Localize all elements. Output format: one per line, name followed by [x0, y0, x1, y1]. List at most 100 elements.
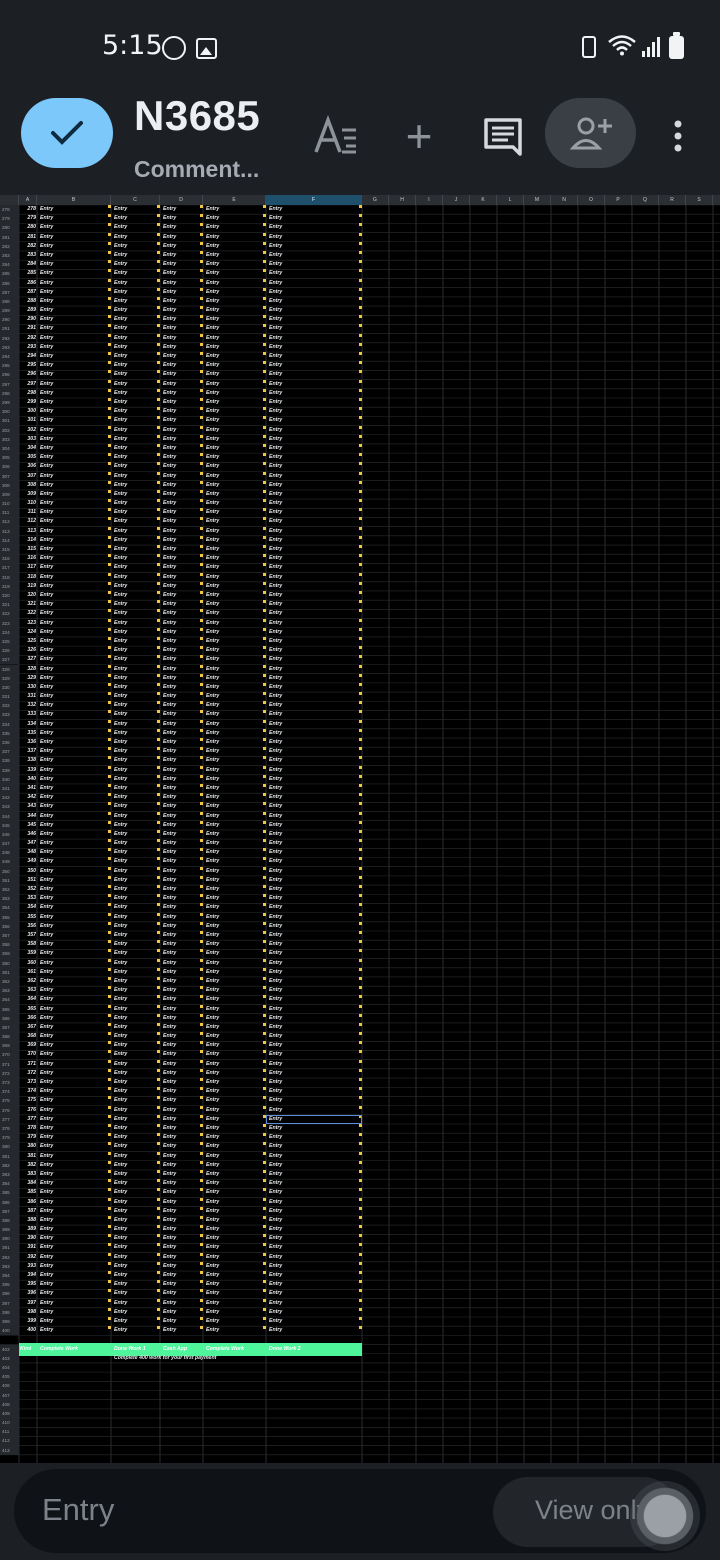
- cell-entry[interactable]: Entry: [206, 1253, 264, 1262]
- cell-entry[interactable]: Entry: [40, 683, 110, 692]
- column-header-m[interactable]: M: [524, 195, 551, 205]
- cell-entry[interactable]: Entry: [40, 1207, 110, 1216]
- cell-entry[interactable]: Entry: [163, 324, 202, 333]
- cell-entry[interactable]: Entry: [114, 453, 159, 462]
- cell-entry[interactable]: Entry: [269, 1069, 359, 1078]
- cell-entry[interactable]: Entry: [40, 453, 110, 462]
- cell-entry[interactable]: Entry: [206, 1234, 264, 1243]
- row-header[interactable]: 335: [0, 728, 19, 739]
- cell-entry[interactable]: Entry: [269, 324, 359, 333]
- row-header[interactable]: 409: [0, 1408, 19, 1419]
- cell-entry[interactable]: Entry: [163, 701, 202, 710]
- cell-entry[interactable]: Entry: [114, 1271, 159, 1280]
- cell-entry[interactable]: Entry: [269, 1161, 359, 1170]
- cell-entry[interactable]: Entry: [163, 472, 202, 481]
- cell-entry[interactable]: Entry: [40, 297, 110, 306]
- cell-index[interactable]: 380: [26, 1142, 36, 1151]
- spreadsheet-grid[interactable]: 278 278 Entry Entry Entry Entry Entry 279 279 Ent…: [0, 195, 720, 1463]
- cell-entry[interactable]: Entry: [206, 1161, 264, 1170]
- cell-index[interactable]: 327: [26, 655, 36, 664]
- cell-index[interactable]: 339: [26, 766, 36, 775]
- cell-entry[interactable]: Entry: [40, 545, 110, 554]
- cell-entry[interactable]: Entry: [206, 1289, 264, 1298]
- cell-entry[interactable]: Entry: [40, 876, 110, 885]
- cell-entry[interactable]: Entry: [163, 913, 202, 922]
- cell-entry[interactable]: Entry: [163, 1078, 202, 1087]
- cell-entry[interactable]: Entry: [114, 1262, 159, 1271]
- cell-entry[interactable]: Entry: [40, 352, 110, 361]
- cell-index[interactable]: 315: [26, 545, 36, 554]
- cell-entry[interactable]: Entry: [163, 1170, 202, 1179]
- cell-entry[interactable]: Entry: [163, 729, 202, 738]
- cell-entry[interactable]: Entry: [114, 242, 159, 251]
- cell-entry[interactable]: Entry: [40, 260, 110, 269]
- row-header[interactable]: 349: [0, 857, 19, 867]
- cell-index[interactable]: 378: [26, 1124, 36, 1133]
- row-header[interactable]: 323: [0, 618, 19, 628]
- cell-entry[interactable]: Entry: [163, 885, 202, 894]
- column-header-k[interactable]: K: [470, 195, 497, 205]
- cell-entry[interactable]: Entry: [206, 407, 264, 416]
- cell-entry[interactable]: Entry: [163, 398, 202, 407]
- cell-entry[interactable]: Entry: [269, 949, 359, 958]
- cell-entry[interactable]: Entry: [269, 784, 359, 793]
- cell-entry[interactable]: Entry: [206, 334, 264, 343]
- cell-entry[interactable]: Entry: [114, 857, 159, 866]
- cell-entry[interactable]: Entry: [269, 683, 359, 692]
- cell-entry[interactable]: Entry: [114, 1326, 159, 1335]
- cell-entry[interactable]: Entry: [40, 370, 110, 379]
- cell-index[interactable]: 389: [26, 1225, 36, 1234]
- row-header[interactable]: 352: [0, 885, 19, 895]
- cell-entry[interactable]: Entry: [163, 1234, 202, 1243]
- cell-index[interactable]: 304: [26, 444, 36, 453]
- cell-entry[interactable]: Entry: [163, 297, 202, 306]
- cell-entry[interactable]: Entry: [269, 710, 359, 719]
- cell-entry[interactable]: Entry: [40, 903, 110, 912]
- cell-index[interactable]: 361: [26, 968, 36, 977]
- cell-entry[interactable]: Entry: [114, 1115, 159, 1124]
- cell-entry[interactable]: Entry: [206, 1041, 264, 1050]
- cell-entry[interactable]: Entry: [206, 720, 264, 729]
- cell-index[interactable]: 367: [26, 1023, 36, 1032]
- cell-index[interactable]: 359: [26, 949, 36, 958]
- cell-entry[interactable]: Entry: [206, 453, 264, 462]
- row-header[interactable]: 329: [0, 673, 19, 683]
- cell-entry[interactable]: Entry: [114, 1253, 159, 1262]
- cell-entry[interactable]: Entry: [206, 1142, 264, 1151]
- cell-entry[interactable]: Entry: [163, 619, 202, 628]
- row-header[interactable]: 398: [0, 1307, 19, 1317]
- row-header[interactable]: 350: [0, 866, 19, 876]
- row-header[interactable]: 295: [0, 361, 19, 371]
- cell-entry[interactable]: Entry: [40, 1299, 110, 1308]
- cell-entry[interactable]: Entry: [269, 1023, 359, 1032]
- cell-entry[interactable]: Entry: [163, 848, 202, 857]
- cell-entry[interactable]: Entry: [206, 554, 264, 563]
- cell-entry[interactable]: Entry: [163, 646, 202, 655]
- cell-index[interactable]: 362: [26, 977, 36, 986]
- cell-entry[interactable]: Entry: [269, 1142, 359, 1151]
- column-header-p[interactable]: P: [605, 195, 632, 205]
- select-all-corner[interactable]: [0, 195, 19, 205]
- cell-entry[interactable]: Entry: [206, 1308, 264, 1317]
- cell-entry[interactable]: Entry: [163, 812, 202, 821]
- cell-entry[interactable]: Entry: [163, 1289, 202, 1298]
- row-header[interactable]: 374: [0, 1087, 19, 1097]
- row-header[interactable]: 371: [0, 1059, 19, 1069]
- row-header[interactable]: 294: [0, 352, 19, 362]
- cell-entry[interactable]: Entry: [163, 1069, 202, 1078]
- cell-entry[interactable]: Entry: [206, 894, 264, 903]
- cell-entry[interactable]: Entry: [269, 536, 359, 545]
- cell-entry[interactable]: Entry: [206, 940, 264, 949]
- cell-index[interactable]: 392: [26, 1253, 36, 1262]
- row-header[interactable]: 311: [0, 508, 19, 518]
- cell-entry[interactable]: Entry: [114, 848, 159, 857]
- cell-entry[interactable]: Entry: [40, 1225, 110, 1234]
- cell-entry[interactable]: Entry: [269, 1225, 359, 1234]
- cell-entry[interactable]: Entry: [206, 1069, 264, 1078]
- cell-entry[interactable]: Entry: [163, 931, 202, 940]
- cell-index[interactable]: 379: [26, 1133, 36, 1142]
- cell-index[interactable]: 399: [26, 1317, 36, 1326]
- cell-entry[interactable]: Entry: [269, 279, 359, 288]
- row-header[interactable]: 285: [0, 269, 19, 279]
- cell-entry[interactable]: Entry: [206, 306, 264, 315]
